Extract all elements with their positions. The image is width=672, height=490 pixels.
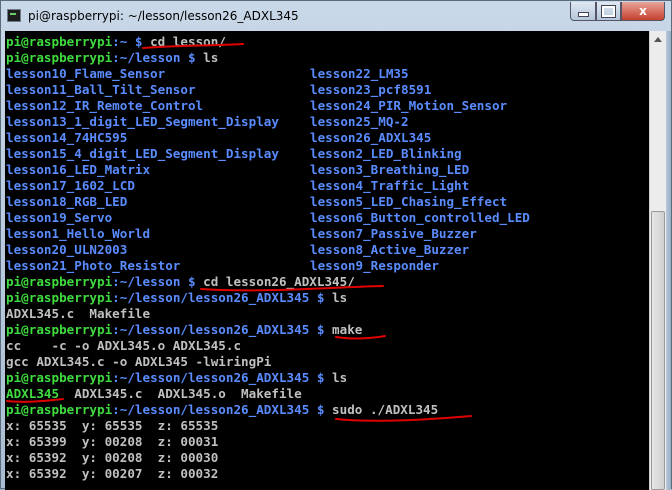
title-bar[interactable]: pi@raspberrypi: ~/lesson/lesson26_ADXL34… <box>1 1 671 31</box>
file-list: ADXL345.c ADXL345.o Makefile <box>59 386 302 401</box>
prompt-path: :~/lesson/lesson26_ADXL345 $ <box>112 322 333 337</box>
prompt-path: :~/lesson $ <box>112 50 204 65</box>
directory-entry: lesson3_Breathing_LED <box>310 162 470 177</box>
minimize-icon <box>577 11 589 17</box>
listing-row: lesson18_RGB_LED lesson5_LED_Chasing_Effe… <box>6 194 530 210</box>
command-text: sudo ./ADXL345 <box>332 402 439 417</box>
directory-entry: lesson17_1602_LCD <box>6 178 135 193</box>
window-frame-edge <box>666 31 671 490</box>
listing-row: lesson1_Hello_World lesson7_Passive_Buzze… <box>6 226 530 242</box>
output-line: ADXL345.c Makefile <box>6 306 151 321</box>
command-text: ls <box>332 370 348 385</box>
command-text: cd lesson/ <box>150 34 226 49</box>
prompt-user: pi@raspberrypi <box>6 370 113 385</box>
directory-entry: lesson22_LM35 <box>310 66 409 81</box>
prompt-path: :~/lesson/lesson26_ADXL345 $ <box>112 402 333 417</box>
scroll-up-arrow-icon[interactable] <box>650 31 666 48</box>
close-icon: x <box>639 4 647 18</box>
listing-row: lesson13_1_digit_LED_Segment_Display less… <box>6 114 530 130</box>
reading-line: x: 65392 y: 00208 z: 00030 <box>6 450 219 465</box>
directory-entry: lesson19_Servo <box>6 210 113 225</box>
directory-entry: lesson18_RGB_LED <box>6 194 128 209</box>
directory-entry: lesson11_Ball_Tilt_Sensor <box>6 82 196 97</box>
directory-entry: lesson5_LED_Chasing_Effect <box>310 194 508 209</box>
prompt-user: pi@raspberrypi <box>6 274 113 289</box>
prompt-user: pi@raspberrypi <box>6 34 113 49</box>
command-text: make <box>332 322 363 337</box>
terminal-line: pi@raspberrypi:~/lesson/lesson26_ADXL345… <box>6 402 530 418</box>
reading-line: x: 65399 y: 00208 z: 00031 <box>6 434 219 449</box>
maximize-button[interactable] <box>596 2 621 21</box>
prompt-path: :~/lesson/lesson26_ADXL345 $ <box>112 370 333 385</box>
directory-entry: lesson13_1_digit_LED_Segment_Display <box>6 114 279 129</box>
directory-entry: lesson26_ADXL345 <box>310 130 432 145</box>
directory-entry: lesson4_Traffic_Light <box>310 178 470 193</box>
prompt-path: :~/lesson $ <box>112 274 204 289</box>
window-title: pi@raspberrypi: ~/lesson/lesson26_ADXL34… <box>28 9 299 23</box>
listing-row: lesson10_Flame_Sensor lesson22_LM35 <box>6 66 530 82</box>
prompt-user: pi@raspberrypi <box>6 290 113 305</box>
executable-file: ADXL345 <box>6 386 60 401</box>
terminal-line: pi@raspberrypi:~/lesson/lesson26_ADXL345… <box>6 322 530 338</box>
terminal-line: pi@raspberrypi:~/lesson/lesson26_ADXL345… <box>6 290 530 306</box>
window-controls: x <box>570 2 665 22</box>
listing-row: lesson11_Ball_Tilt_Sensor lesson23_pcf859… <box>6 82 530 98</box>
command-text: ls <box>332 290 348 305</box>
listing-row: lesson19_Servo lesson6_Button_controlled_… <box>6 210 530 226</box>
listing-row: lesson15_4_digit_LED_Segment_Display less… <box>6 146 530 162</box>
directory-entry: lesson25_MQ-2 <box>310 114 409 129</box>
directory-entry: lesson2_LED_Blinking <box>310 146 462 161</box>
minimize-button[interactable] <box>570 2 596 21</box>
terminal-lines: pi@raspberrypi:~ $ cd lesson/ pi@raspber… <box>6 34 530 482</box>
sensor-readings: x: 65535 y: 65535 z: 65535 x: 65399 y: 00… <box>6 418 530 482</box>
listing-row: lesson14_74HC595 lesson26_ADXL345 <box>6 130 530 146</box>
directory-entry: lesson9_Responder <box>310 258 439 273</box>
listing-row: lesson16_LED_Matrix lesson3_Breathing_LED <box>6 162 530 178</box>
terminal-line: pi@raspberrypi:~/lesson $ ls <box>6 50 530 66</box>
command-text: cd lesson26_ADXL345/ <box>203 274 355 289</box>
directory-entry: lesson6_Button_controlled_LED <box>310 210 530 225</box>
directory-entry: lesson1_Hello_World <box>6 226 151 241</box>
terminal-line: pi@raspberrypi:~/lesson/lesson26_ADXL345… <box>6 370 530 386</box>
prompt-path: :~/lesson/lesson26_ADXL345 $ <box>112 290 333 305</box>
directory-entry: lesson16_LED_Matrix <box>6 162 151 177</box>
scroll-thumb[interactable] <box>651 211 665 490</box>
prompt-user: pi@raspberrypi <box>6 322 113 337</box>
directory-entry: lesson20_ULN2003 <box>6 242 128 257</box>
output-line: ADXL345 ADXL345.c ADXL345.o Makefile <box>6 386 530 402</box>
listing-row: lesson21_Photo_Resistor lesson9_Responder <box>6 258 530 274</box>
terminal-app-icon <box>7 9 21 22</box>
terminal-line: pi@raspberrypi:~ $ cd lesson/ <box>6 34 530 50</box>
listing-row: lesson12_IR_Remote_Control lesson24_PIR_M… <box>6 98 530 114</box>
terminal-line: pi@raspberrypi:~/lesson $ cd lesson26_AD… <box>6 274 530 290</box>
reading-line: x: 65392 y: 00207 z: 00032 <box>6 466 219 481</box>
directory-entry: lesson8_Active_Buzzer <box>310 242 470 257</box>
vertical-scrollbar[interactable] <box>649 31 666 490</box>
directory-entry: lesson24_PIR_Motion_Sensor <box>310 98 508 113</box>
directory-entry: lesson10_Flame_Sensor <box>6 66 166 81</box>
terminal-window: pi@raspberrypi: ~/lesson/lesson26_ADXL34… <box>0 0 672 490</box>
directory-listing: lesson10_Flame_Sensor lesson22_LM35 lesson… <box>6 66 530 274</box>
prompt-path: :~ $ <box>112 34 151 49</box>
listing-row: lesson20_ULN2003 lesson8_Active_Buzzer <box>6 242 530 258</box>
prompt-user: pi@raspberrypi <box>6 402 113 417</box>
directory-entry: lesson7_Passive_Buzzer <box>310 226 477 241</box>
directory-entry: lesson14_74HC595 <box>6 130 128 145</box>
output-line: cc -c -o ADXL345.o ADXL345.c <box>6 338 242 353</box>
output-line: gcc ADXL345.c -o ADXL345 -lwiringPi <box>6 354 272 369</box>
directory-entry: lesson21_Photo_Resistor <box>6 258 181 273</box>
listing-row: lesson17_1602_LCD lesson4_Traffic_Light <box>6 178 530 194</box>
directory-entry: lesson15_4_digit_LED_Segment_Display <box>6 146 279 161</box>
directory-entry: lesson12_IR_Remote_Control <box>6 98 204 113</box>
maximize-icon <box>601 4 616 18</box>
close-button[interactable]: x <box>621 2 665 21</box>
terminal-output[interactable]: pi@raspberrypi:~ $ cd lesson/ pi@raspber… <box>5 31 649 490</box>
directory-entry: lesson23_pcf8591 <box>310 82 432 97</box>
prompt-user: pi@raspberrypi <box>6 50 113 65</box>
command-text: ls <box>203 50 219 65</box>
reading-line: x: 65535 y: 65535 z: 65535 <box>6 418 219 433</box>
